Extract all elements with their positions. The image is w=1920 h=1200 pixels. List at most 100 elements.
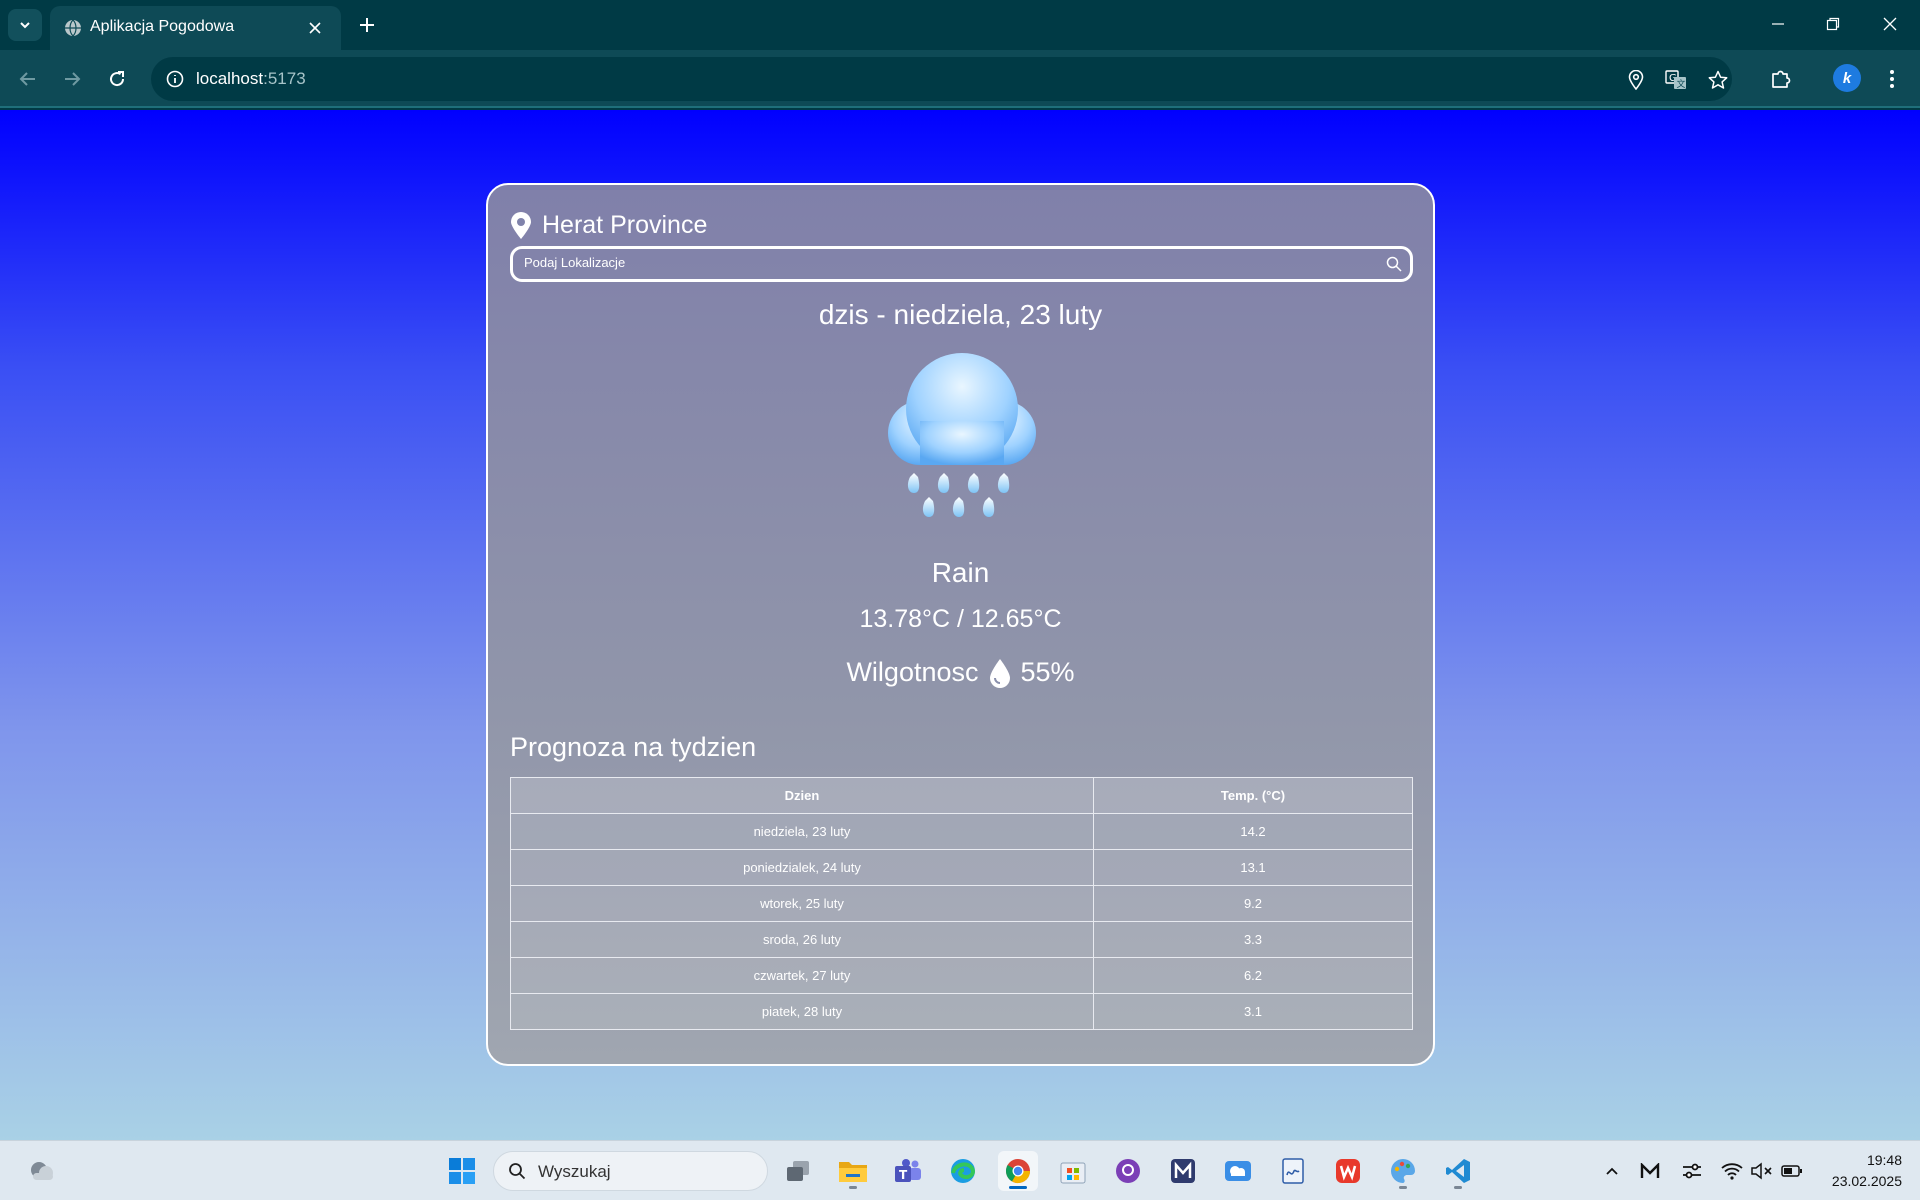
onedrive-button[interactable] (1218, 1151, 1258, 1191)
new-tab-button[interactable] (352, 10, 382, 40)
task-view-button[interactable] (778, 1151, 818, 1191)
reload-button[interactable] (101, 63, 133, 95)
tray-app-m-button[interactable] (1638, 1159, 1662, 1183)
running-indicator (1454, 1186, 1462, 1189)
day-column-header: Dzien (510, 777, 1094, 814)
close-window-button[interactable] (1870, 6, 1910, 42)
browser-menu-button[interactable] (1876, 63, 1908, 95)
microsoft-store-button[interactable] (1053, 1151, 1093, 1191)
location-header: Herat Province (510, 211, 707, 240)
star-icon (1708, 70, 1728, 89)
chevron-up-icon (1606, 1167, 1618, 1175)
windows-logo-icon (449, 1158, 475, 1184)
more-vertical-icon (1890, 70, 1894, 88)
store-icon (1060, 1162, 1086, 1184)
teams-button[interactable]: T (888, 1151, 928, 1191)
reload-icon (110, 71, 125, 87)
humidity-row: Wilgotnosc 55% (488, 657, 1433, 688)
profile-avatar[interactable]: k (1833, 64, 1861, 92)
globe-icon (65, 19, 81, 37)
table-row: niedziela, 23 luty 14.2 (510, 813, 1413, 850)
chrome-icon (1005, 1159, 1030, 1184)
taskbar-search-label: Wyszukaj (538, 1162, 611, 1181)
close-icon (1883, 17, 1897, 31)
folder-icon (839, 1162, 867, 1182)
puzzle-icon (1772, 70, 1791, 88)
weather-card: Herat Province Podaj Lokalizacje dzis - … (486, 183, 1435, 1066)
table-row: czwartek, 27 luty 6.2 (510, 957, 1413, 994)
temp-cell: 3.1 (1093, 993, 1413, 1030)
extensions-button[interactable] (1765, 63, 1797, 95)
weather-widget-button[interactable] (22, 1151, 62, 1191)
system-clock[interactable]: 19:48 23.02.2025 (1832, 1150, 1902, 1192)
volume-button[interactable] (1750, 1159, 1774, 1183)
taskbar-search-box[interactable]: Wyszukaj (493, 1151, 768, 1191)
search-icon[interactable] (1386, 256, 1402, 272)
svg-text:文: 文 (1677, 78, 1686, 90)
forecast-header-row: Dzien Temp. (°C) (510, 777, 1413, 814)
day-cell: piatek, 28 luty (510, 993, 1094, 1030)
arrow-left-icon (19, 72, 35, 86)
palette-icon (1391, 1159, 1415, 1183)
plus-icon (360, 18, 374, 32)
chrome-button[interactable] (998, 1151, 1038, 1191)
day-cell: poniedzialek, 24 luty (510, 849, 1094, 886)
info-icon (166, 70, 184, 88)
minimize-button[interactable] (1758, 6, 1798, 42)
tab-search-button[interactable] (8, 9, 42, 41)
app-m-button[interactable] (1163, 1151, 1203, 1191)
wps-office-button[interactable] (1328, 1151, 1368, 1191)
sign-app-button[interactable] (1273, 1151, 1313, 1191)
start-button[interactable] (442, 1151, 482, 1191)
tab-close-button[interactable] (304, 17, 326, 39)
url-host: localhost (196, 69, 264, 88)
edge-button[interactable] (943, 1151, 983, 1191)
forward-button[interactable] (56, 63, 88, 95)
tab-title: Aplikacja Pogodowa (90, 18, 235, 35)
chevron-down-icon (20, 22, 30, 29)
cloud-icon (31, 1162, 53, 1180)
wifi-button[interactable] (1720, 1159, 1744, 1183)
browser-toolbar: localhost:5173 G文 k (0, 50, 1920, 108)
map-pin-icon (1628, 70, 1644, 90)
table-row: sroda, 26 luty 3.3 (510, 921, 1413, 958)
file-explorer-button[interactable] (833, 1151, 873, 1191)
weather-condition: Rain (931, 557, 990, 588)
github-icon (1116, 1159, 1140, 1183)
location-permission-button[interactable] (1623, 67, 1649, 93)
rain-cloud-icon (888, 353, 1036, 517)
location-search-input[interactable]: Podaj Lokalizacje (510, 246, 1413, 282)
forecast-title: Prognoza na tydzien (510, 732, 757, 762)
water-drop-icon (989, 658, 1010, 688)
clock-date: 23.02.2025 (1831, 1173, 1902, 1189)
back-button[interactable] (12, 63, 44, 95)
battery-button[interactable] (1780, 1159, 1804, 1183)
search-placeholder: Podaj Lokalizacje (524, 255, 626, 270)
day-cell: sroda, 26 luty (510, 921, 1094, 958)
vscode-button[interactable] (1438, 1151, 1478, 1191)
location-pin-icon (511, 211, 531, 239)
temperature-range: 13.78°C / 12.65°C (859, 605, 1062, 633)
translate-button[interactable]: G文 (1663, 67, 1689, 93)
sliders-icon (1683, 1163, 1701, 1179)
site-info-button[interactable] (163, 67, 187, 91)
address-bar[interactable]: localhost:5173 G文 (151, 57, 1732, 101)
github-desktop-button[interactable] (1108, 1151, 1148, 1191)
clock-time: 19:48 (1866, 1152, 1902, 1168)
show-hidden-icons-button[interactable] (1600, 1159, 1624, 1183)
search-icon (509, 1163, 526, 1180)
table-row: wtorek, 25 luty 9.2 (510, 885, 1413, 922)
tray-settings-button[interactable] (1680, 1159, 1704, 1183)
restore-button[interactable] (1813, 6, 1853, 42)
battery-icon (1781, 1165, 1802, 1177)
close-icon (309, 22, 321, 34)
paint-button[interactable] (1383, 1151, 1423, 1191)
edge-icon (951, 1159, 976, 1183)
running-indicator (1009, 1186, 1027, 1189)
bookmark-button[interactable] (1705, 67, 1731, 93)
temp-cell: 3.3 (1093, 921, 1413, 958)
temp-cell: 9.2 (1093, 885, 1413, 922)
vscode-icon (1446, 1159, 1470, 1183)
task-view-icon (787, 1161, 809, 1181)
browser-tab-active[interactable]: Aplikacja Pogodowa (50, 6, 341, 50)
